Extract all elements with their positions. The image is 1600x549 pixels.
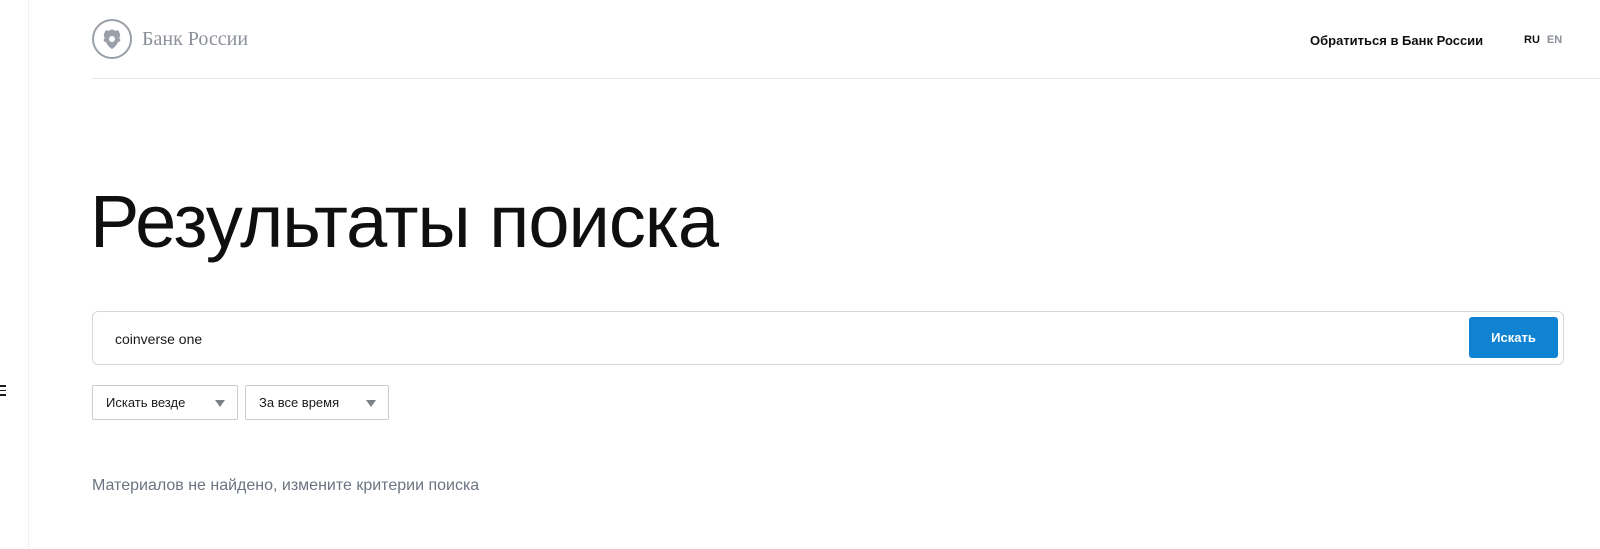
scope-select-value: Искать везде (106, 395, 186, 410)
search-input[interactable] (113, 327, 1417, 351)
period-select-value: За все время (259, 395, 340, 410)
scope-select[interactable]: Искать везде (92, 385, 238, 420)
logo[interactable]: Банк России (92, 19, 248, 59)
eagle-emblem-icon (92, 19, 132, 59)
site-header: Банк России Обратиться в Банк России RU … (92, 0, 1600, 79)
menu-icon[interactable] (0, 385, 8, 397)
lang-en[interactable]: EN (1547, 34, 1562, 46)
period-select[interactable]: За все время (245, 385, 389, 420)
empty-results-message: Материалов не найдено, измените критерии… (92, 477, 480, 494)
search-box: Искать (92, 311, 1564, 365)
logo-text: Банк России (142, 27, 249, 50)
left-rail (0, 0, 29, 549)
chevron-down-icon (366, 400, 376, 407)
search-button[interactable]: Искать (1469, 317, 1558, 358)
page-title: Результаты поиска (90, 180, 719, 263)
language-switcher: RU EN (1524, 34, 1562, 46)
chevron-down-icon (215, 400, 225, 407)
lang-ru[interactable]: RU (1524, 34, 1540, 46)
contact-bank-link[interactable]: Обратиться в Банк России (1310, 33, 1483, 48)
